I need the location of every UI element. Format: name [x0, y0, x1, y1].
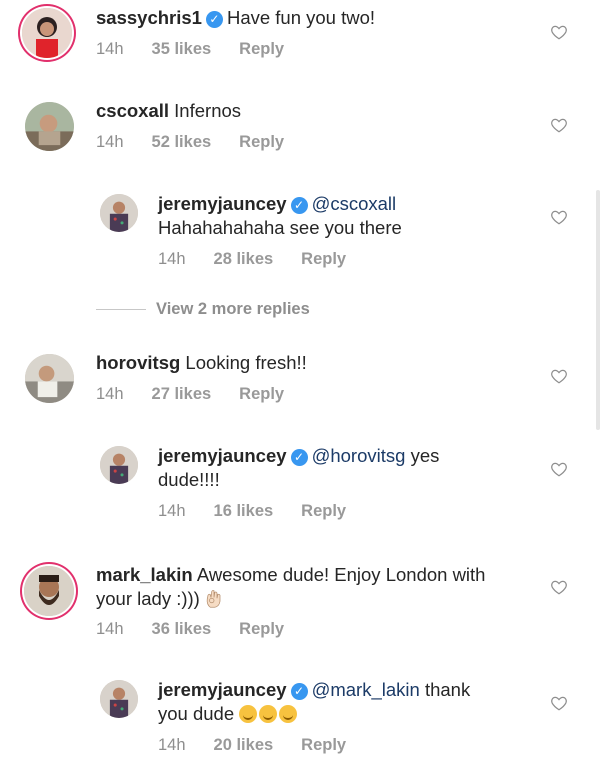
reply-button[interactable]: Reply [239, 385, 284, 403]
view-more-label[interactable]: View 2 more replies [156, 300, 310, 318]
heart-icon[interactable] [550, 578, 568, 596]
avatar-image [25, 354, 74, 403]
comment-meta: 14h 28 likes Reply [158, 250, 374, 269]
reply-button[interactable]: Reply [301, 502, 346, 520]
avatar-image [25, 102, 74, 151]
reply-button[interactable]: Reply [239, 133, 284, 151]
username[interactable]: horovitsg [96, 352, 180, 373]
avatar[interactable] [22, 8, 72, 58]
smiling-face-emoji-icon [279, 705, 298, 723]
timestamp: 14h [96, 133, 124, 151]
likes-count[interactable]: 52 likes [152, 133, 212, 151]
mention-link[interactable]: @horovitsg [312, 445, 406, 466]
comment-text-line1: yes [410, 445, 440, 466]
timestamp: 14h [158, 736, 186, 754]
timestamp: 14h [96, 385, 124, 403]
username[interactable]: cscoxall [96, 100, 169, 121]
heart-icon[interactable] [550, 367, 568, 385]
avatar[interactable] [100, 194, 138, 232]
comment-text-line1: Awesome dude! Enjoy London with [196, 564, 486, 585]
likes-count[interactable]: 35 likes [152, 40, 212, 58]
username[interactable]: sassychris1 [96, 7, 202, 28]
mention-link[interactable]: @cscoxall [312, 193, 397, 214]
likes-count[interactable]: 20 likes [214, 736, 274, 754]
timestamp: 14h [96, 620, 124, 638]
likes-count[interactable]: 16 likes [214, 502, 274, 520]
comment-meta: 14h 16 likes Reply [158, 502, 374, 521]
avatar[interactable] [100, 680, 138, 718]
ok-hand-emoji-icon [206, 590, 221, 608]
heart-icon[interactable] [550, 694, 568, 712]
timestamp: 14h [96, 40, 124, 58]
avatar[interactable] [100, 446, 138, 484]
divider-line [96, 309, 146, 311]
heart-icon[interactable] [550, 116, 568, 134]
avatar[interactable] [25, 354, 74, 403]
likes-count[interactable]: 27 likes [152, 385, 212, 403]
comment-meta: 14h 36 likes Reply [96, 620, 312, 639]
verified-badge-icon: ✓ [290, 449, 308, 466]
comment-text-line2: dude!!!! [158, 469, 220, 490]
avatar-image [100, 446, 138, 484]
comment-meta: 14h 20 likes Reply [158, 736, 374, 755]
heart-icon[interactable] [550, 208, 568, 226]
smiling-face-emoji-icon [239, 705, 258, 723]
avatar-image [22, 8, 72, 58]
verified-badge-icon: ✓ [290, 197, 308, 214]
heart-icon[interactable] [550, 23, 568, 41]
likes-count[interactable]: 36 likes [152, 620, 212, 638]
comment-text: Looking fresh!! [185, 352, 307, 373]
comment-text: Hahahahahaha see you there [158, 217, 402, 238]
mention-link[interactable]: @mark_lakin [312, 679, 420, 700]
username[interactable]: mark_lakin [96, 564, 193, 585]
smiling-face-emoji-icon [259, 705, 278, 723]
avatar-image [24, 566, 74, 616]
scrollbar[interactable] [596, 190, 600, 430]
avatar-image [100, 680, 138, 718]
verified-badge-icon: ✓ [290, 683, 308, 700]
reply-button[interactable]: Reply [301, 250, 346, 268]
timestamp: 14h [158, 250, 186, 268]
verified-badge-icon: ✓ [205, 11, 223, 28]
username[interactable]: jeremyjauncey [158, 445, 287, 466]
comment-meta: 14h 35 likes Reply [96, 40, 312, 59]
comment-text: Have fun you two! [226, 7, 376, 28]
comment-meta: 14h 52 likes Reply [96, 133, 312, 152]
reply-button[interactable]: Reply [239, 620, 284, 638]
avatar[interactable] [24, 566, 74, 616]
comment-meta: 14h 27 likes Reply [96, 385, 312, 404]
view-more-replies[interactable]: View 2 more replies [96, 300, 310, 319]
timestamp: 14h [158, 502, 186, 520]
avatar[interactable] [25, 102, 74, 151]
avatar-image [100, 194, 138, 232]
comment-text-line2: your lady :))) [96, 588, 200, 609]
comment-text-line2: you dude [158, 703, 235, 724]
reply-button[interactable]: Reply [239, 40, 284, 58]
comment-text: Infernos [174, 100, 242, 121]
likes-count[interactable]: 28 likes [214, 250, 274, 268]
comment-text-line1: thank [424, 679, 471, 700]
username[interactable]: jeremyjauncey [158, 679, 287, 700]
reply-button[interactable]: Reply [301, 736, 346, 754]
username[interactable]: jeremyjauncey [158, 193, 287, 214]
heart-icon[interactable] [550, 460, 568, 478]
